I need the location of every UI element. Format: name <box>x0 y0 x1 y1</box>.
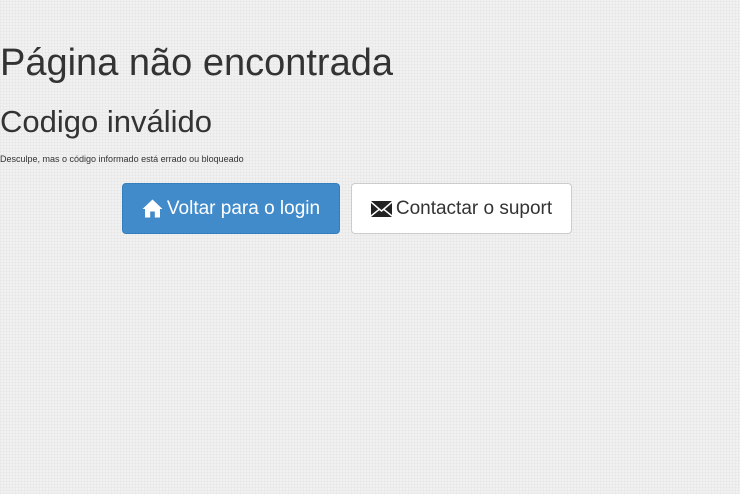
contact-support-label: Contactar o suport <box>395 197 553 219</box>
contact-support-button[interactable]: Contactar o suport <box>351 183 572 234</box>
error-page: Página não encontrada Codigo inválido De… <box>0 0 740 494</box>
error-message: Desculpe, mas o código informado está er… <box>0 154 244 164</box>
back-to-login-label: Voltar para o login <box>166 197 321 219</box>
back-to-login-button[interactable]: Voltar para o login <box>122 183 340 234</box>
home-icon <box>142 199 163 218</box>
envelope-icon <box>370 200 392 217</box>
error-subtitle: Codigo inválido <box>0 104 212 139</box>
page-title: Página não encontrada <box>0 42 393 84</box>
